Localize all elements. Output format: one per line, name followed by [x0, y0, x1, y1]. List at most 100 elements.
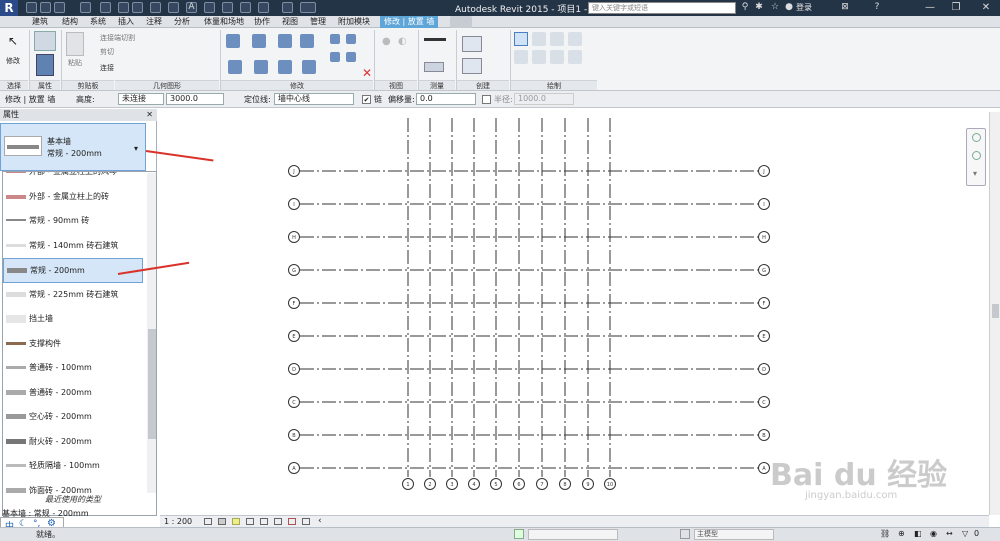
zoom-icon[interactable] [972, 151, 981, 160]
tab-view[interactable]: 视图 [282, 16, 298, 28]
grid-bubble-label[interactable]: A [292, 466, 296, 472]
radius-checkbox[interactable] [482, 95, 491, 104]
crop-region-icon[interactable] [274, 518, 282, 525]
location-line-select[interactable]: 墙中心线 [274, 93, 354, 105]
mirror-draw-icon[interactable] [300, 34, 314, 48]
scale-icon[interactable] [330, 52, 340, 62]
list-item[interactable]: 支撑构件 [3, 332, 143, 357]
chevron-left-icon[interactable]: ‹ [318, 516, 322, 526]
close-hidden-icon[interactable] [258, 2, 269, 13]
list-item[interactable]: 普通砖 - 200mm [3, 381, 143, 406]
pick-faces-icon[interactable] [568, 50, 582, 64]
type-properties-icon[interactable] [34, 31, 56, 51]
trim-icon[interactable] [302, 60, 316, 74]
model-select[interactable]: 主模型 [694, 529, 774, 540]
restore-button[interactable]: ❐ [944, 0, 968, 16]
grid-bubble-label[interactable]: 6 [517, 482, 520, 488]
paste-icon[interactable] [66, 32, 84, 56]
active-workset-select[interactable] [528, 529, 618, 540]
panel-label-select[interactable]: 选择 [0, 80, 28, 90]
move-icon[interactable] [228, 60, 242, 74]
3d-view-icon[interactable] [204, 2, 215, 13]
measure-between-icon[interactable] [424, 38, 446, 41]
offset-icon[interactable] [252, 34, 266, 48]
list-item[interactable]: 饰面砖 - 200mm [3, 479, 143, 495]
join-button[interactable]: 连接 [100, 63, 114, 73]
scrollbar-thumb[interactable] [148, 329, 156, 439]
rectangle-tool-icon[interactable] [532, 32, 546, 46]
tab-massing-site[interactable]: 体量和场地 [204, 16, 244, 28]
radius-input[interactable]: 1000.0 [514, 93, 574, 105]
list-item-selected[interactable]: 常规 - 200mm [3, 258, 143, 283]
tab-structure[interactable]: 结构 [62, 16, 78, 28]
create-group-icon[interactable] [462, 36, 482, 52]
grid-bubble-label[interactable]: B [762, 433, 766, 439]
type-dropdown-list[interactable]: 外部 - 金属立柱上的风琴 外部 - 金属立柱上的砖 常规 - 90mm 砖 常… [2, 171, 157, 516]
type-selector[interactable]: 基本墙 常规 - 200mm ▾ [0, 123, 146, 171]
editable-only-icon[interactable] [680, 529, 690, 539]
properties-icon[interactable] [36, 54, 54, 76]
panel-toggle-icon[interactable] [450, 16, 472, 28]
tab-systems[interactable]: 系统 [90, 16, 106, 28]
grid-bubble-label[interactable]: F [293, 301, 296, 307]
open-icon[interactable] [26, 2, 37, 13]
polygon-tool-icon[interactable] [550, 32, 564, 46]
switch-windows-icon[interactable] [282, 2, 293, 13]
section-icon[interactable] [222, 2, 233, 13]
canvas-vertical-scrollbar[interactable] [989, 112, 1000, 515]
redo-icon[interactable] [100, 2, 111, 13]
tab-addins[interactable]: 附加模块 [338, 16, 370, 28]
split-icon[interactable] [330, 34, 340, 44]
delete-icon[interactable]: ✕ [362, 66, 372, 80]
grid-bubble-label[interactable]: B [292, 433, 296, 439]
create-similar-icon[interactable] [462, 58, 482, 74]
thin-lines-icon[interactable] [240, 2, 251, 13]
modify-button[interactable]: 修改 [6, 56, 20, 66]
chain-checkbox[interactable]: ✔ [362, 95, 371, 104]
grid-bubble-label[interactable]: G [292, 268, 296, 274]
pick-lines-icon[interactable] [550, 50, 564, 64]
help-icon[interactable]: ? [872, 2, 882, 13]
override-graphics-icon[interactable]: ● [382, 36, 391, 47]
list-scrollbar[interactable] [147, 173, 156, 493]
binoculars-icon[interactable]: ⚲ [740, 2, 750, 13]
print-icon[interactable] [118, 2, 129, 13]
grid-bubble-label[interactable]: F [763, 301, 766, 307]
tab-modify-place-wall[interactable]: 修改 | 放置 墙 [380, 16, 439, 28]
drag-select-icon[interactable]: ↔ [946, 529, 953, 538]
tab-collaborate[interactable]: 协作 [254, 16, 270, 28]
list-item[interactable]: 耐火砖 - 200mm [3, 430, 143, 455]
panel-label-create[interactable]: 创建 [457, 80, 509, 90]
height-value-input[interactable]: 3000.0 [166, 93, 224, 105]
grid-bubble-label[interactable]: 5 [494, 482, 497, 488]
close-window-button[interactable]: ✕ [972, 0, 1000, 16]
crop-view-icon[interactable] [260, 518, 268, 525]
array-icon[interactable] [346, 34, 356, 44]
aligned-dimension-icon[interactable] [424, 62, 444, 72]
chevron-down-icon[interactable]: ▾ [134, 144, 138, 153]
grid-bubble-label[interactable]: H [762, 235, 766, 241]
grid-bubble-label[interactable]: H [292, 235, 296, 241]
navigation-bar[interactable]: ▾ [966, 128, 986, 186]
grid-bubble-label[interactable]: G [762, 268, 766, 274]
list-item[interactable]: 常规 - 225mm 砖石建筑 [3, 283, 143, 308]
grid-bubble-label[interactable]: E [292, 334, 295, 340]
filter-icon[interactable]: ▽ [962, 529, 968, 538]
worksets-icon[interactable] [514, 529, 524, 539]
grid-bubble-label[interactable]: J [762, 169, 764, 175]
list-item[interactable]: 轻质隔墙 - 100mm [3, 454, 143, 479]
grid-bubble-label[interactable]: 9 [586, 482, 589, 488]
list-item[interactable]: 挡土墙 [3, 307, 143, 332]
arc-tool-icon[interactable] [514, 50, 528, 64]
align-icon[interactable] [226, 34, 240, 48]
revit-logo-button[interactable]: R [0, 0, 18, 16]
grid-bubble-label[interactable]: 2 [428, 482, 431, 488]
line-tool-icon[interactable] [514, 32, 528, 46]
hide-element-icon[interactable]: ◐ [398, 36, 407, 47]
user-icon[interactable]: ● [784, 2, 794, 13]
tab-analyze[interactable]: 分析 [174, 16, 190, 28]
sync-icon[interactable] [54, 2, 65, 13]
copy-icon[interactable] [254, 60, 268, 74]
unlock-3d-icon[interactable] [288, 518, 296, 525]
grid-bubble-label[interactable]: D [292, 367, 296, 373]
